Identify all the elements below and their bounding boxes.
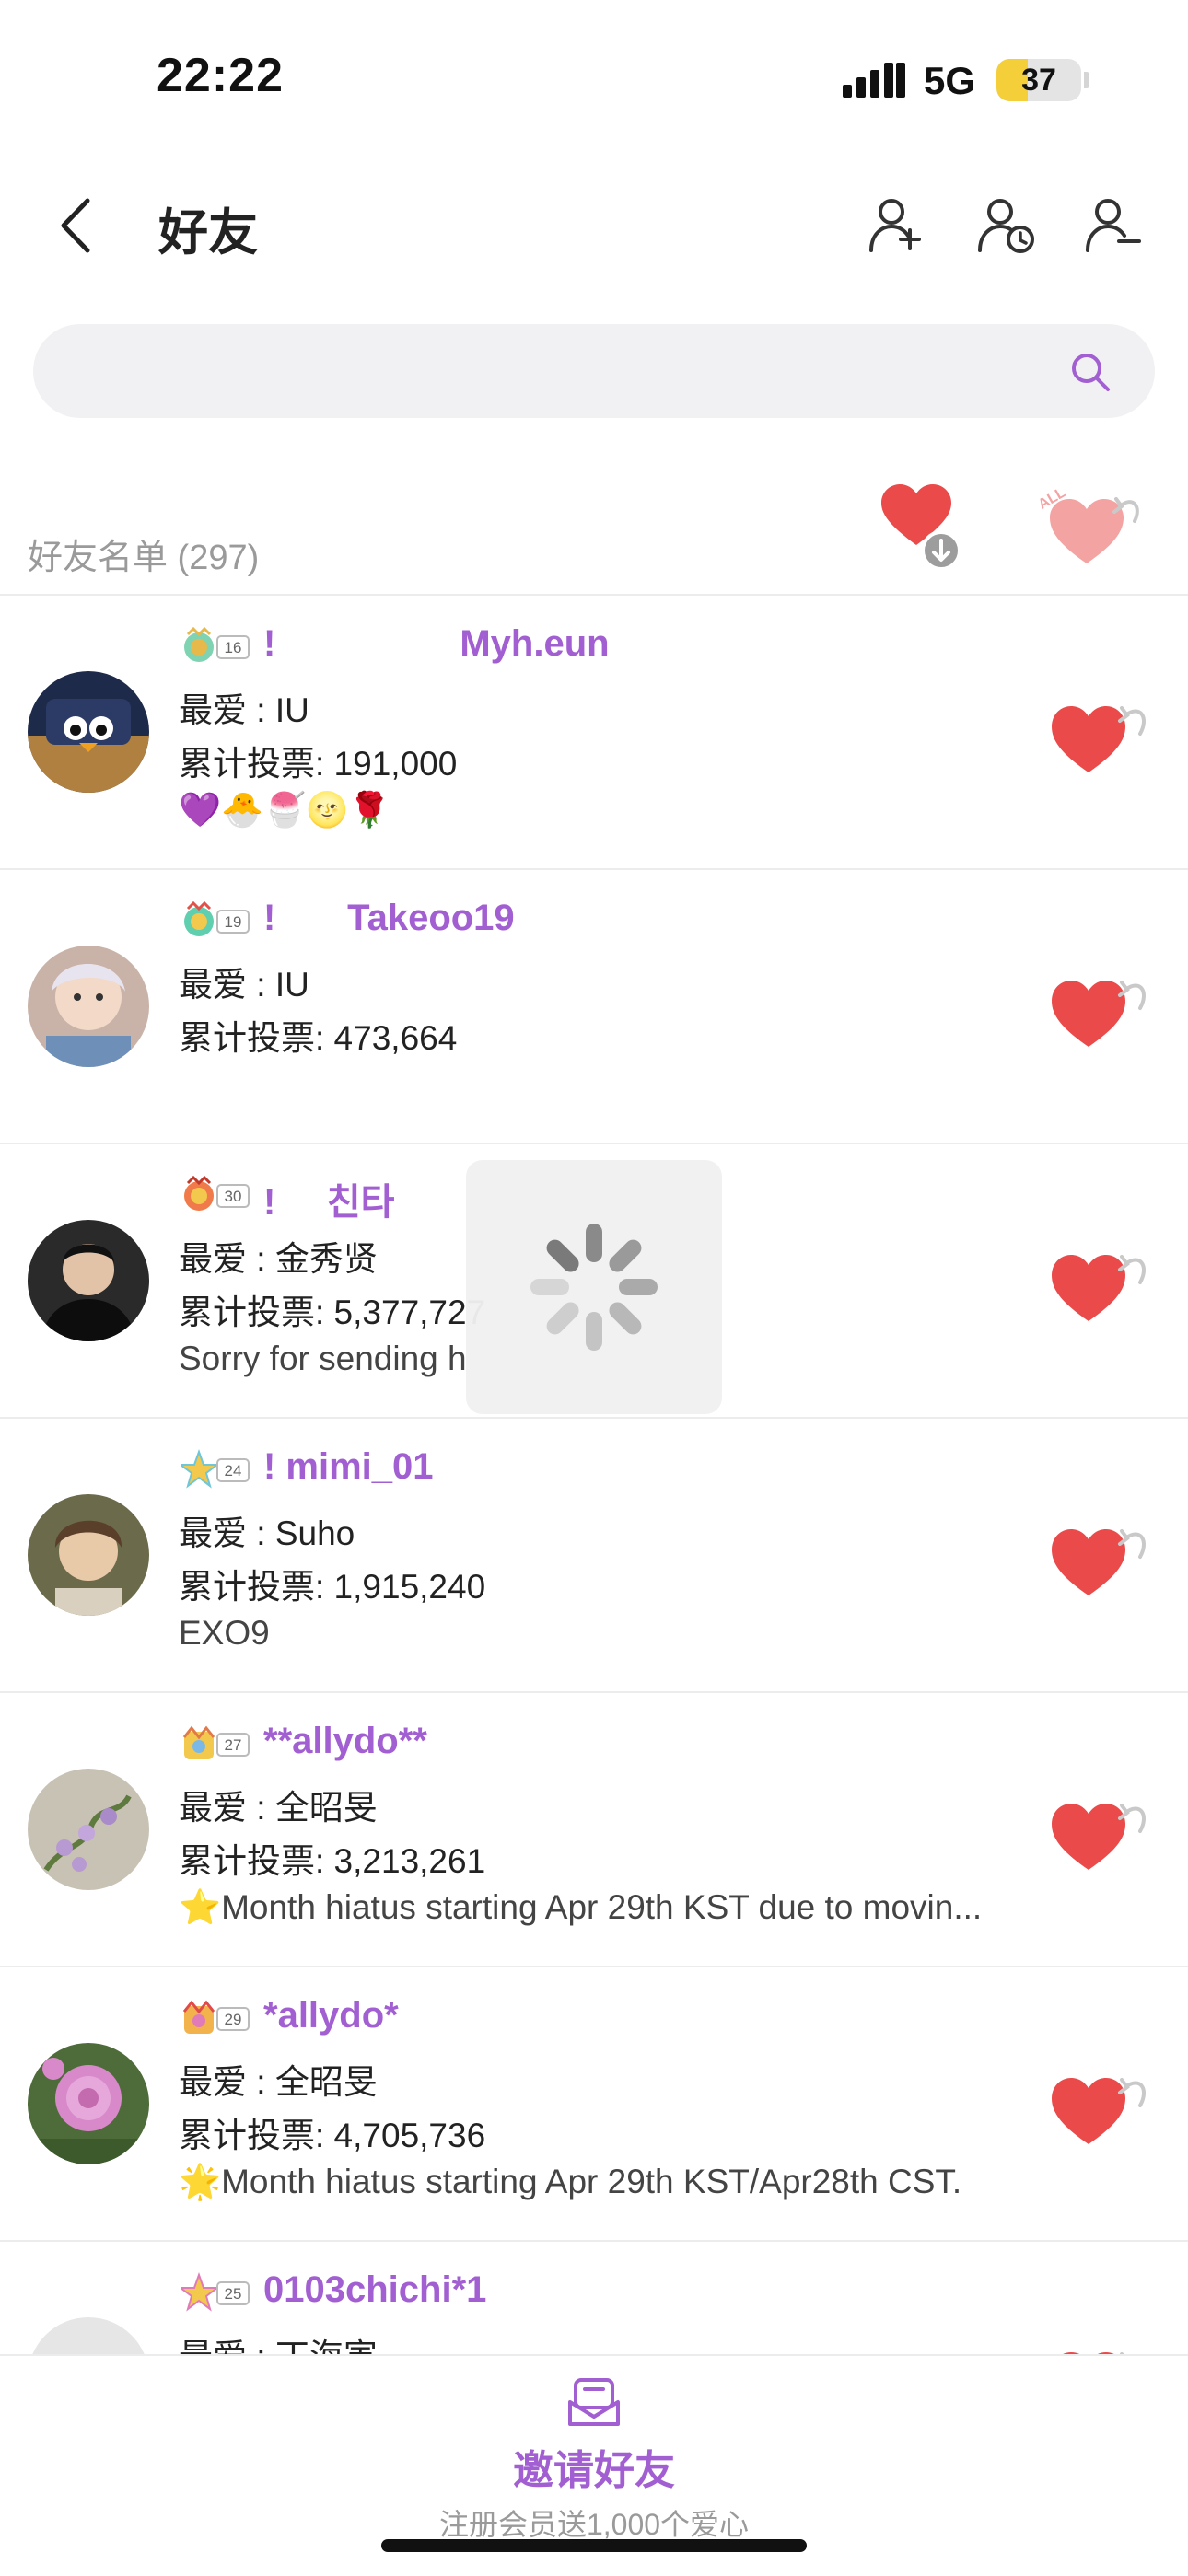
status-bar: 22:22 5G 37 bbox=[0, 0, 1188, 161]
loading-overlay bbox=[466, 1160, 722, 1414]
battery-level: 37 bbox=[1021, 63, 1056, 98]
search-icon[interactable] bbox=[1068, 350, 1112, 394]
friend-name[interactable]: ! mimi_01 bbox=[263, 1446, 434, 1488]
add-friend-icon[interactable] bbox=[866, 193, 930, 258]
friend-name[interactable]: *allydo* bbox=[263, 1995, 399, 2036]
level-number: 30 bbox=[225, 1188, 242, 1205]
favorite-idol: 最爱 : IU bbox=[179, 966, 309, 1004]
level-badge: 30 bbox=[184, 1175, 250, 1211]
friend-name[interactable]: 0103chichi*1 bbox=[263, 2269, 486, 2311]
level-number: 16 bbox=[225, 639, 242, 656]
back-arrow-icon[interactable] bbox=[51, 193, 106, 258]
friend-row[interactable]: 27 **allydo** 最爱 : 全昭旻 累计投票: 3,213,261 ⭐… bbox=[0, 1693, 1188, 1967]
invite-reward-text: 注册会员送1,000个爱心 bbox=[438, 2508, 750, 2541]
level-badge: 25 bbox=[181, 2272, 250, 2312]
send-heart-button[interactable] bbox=[1048, 1244, 1149, 1327]
level-number: 29 bbox=[225, 2011, 242, 2028]
total-votes: 累计投票: 1,915,240 bbox=[179, 1568, 486, 1606]
level-badge: 16 bbox=[184, 626, 250, 662]
send-all-hearts-icon[interactable]: ALL bbox=[1031, 479, 1151, 571]
avatar[interactable] bbox=[28, 946, 149, 1067]
level-badge: 29 bbox=[182, 2000, 250, 2034]
send-heart-button[interactable] bbox=[1048, 1518, 1149, 1601]
friend-row[interactable]: 29 *allydo* 最爱 : 全昭旻 累计投票: 4,705,736 🌟Mo… bbox=[0, 1967, 1188, 2242]
favorite-idol: 最爱 : 金秀贤 bbox=[179, 1240, 378, 1278]
search-bar[interactable] bbox=[33, 324, 1155, 420]
friend-status-message: Sorry for sending h bbox=[179, 1340, 467, 1377]
friend-list-title: 好友名单 (297) bbox=[28, 539, 260, 577]
receive-hearts-icon[interactable] bbox=[879, 479, 972, 571]
friend-status-message: ⭐Month hiatus starting Apr 29th KST due … bbox=[179, 1888, 983, 1926]
friend-row[interactable]: 25 0103chichi*1 最爱 : 丁海寅 bbox=[0, 2242, 1188, 2354]
friend-name[interactable]: ! Myh.eun bbox=[263, 623, 610, 665]
page-title: 好友 bbox=[158, 205, 258, 261]
loading-spinner-icon bbox=[530, 1224, 658, 1351]
invite-letter-icon[interactable] bbox=[566, 2374, 622, 2430]
avatar[interactable] bbox=[28, 2043, 149, 2164]
total-votes: 累计投票: 473,664 bbox=[179, 1019, 458, 1057]
total-votes: 累计投票: 3,213,261 bbox=[179, 1842, 486, 1880]
avatar[interactable] bbox=[28, 2317, 149, 2354]
avatar[interactable] bbox=[28, 1494, 149, 1616]
friend-pending-icon[interactable] bbox=[974, 193, 1039, 258]
friend-status-message: EXO9 bbox=[179, 1614, 270, 1652]
favorite-idol: 最爱 : IU bbox=[179, 691, 309, 729]
remove-friend-icon[interactable] bbox=[1082, 193, 1147, 258]
friend-name[interactable]: ! Takeoo19 bbox=[263, 898, 515, 939]
status-time: 22:22 bbox=[157, 49, 284, 102]
favorite-idol: 最爱 : Suho bbox=[179, 1514, 355, 1552]
total-votes: 累计投票: 4,705,736 bbox=[179, 2117, 486, 2154]
friend-row[interactable]: 24 ! mimi_01 最爱 : Suho 累计投票: 1,915,240 E… bbox=[0, 1419, 1188, 1693]
nav-header: 好友 bbox=[0, 166, 1188, 285]
send-heart-button[interactable] bbox=[1048, 969, 1149, 1052]
battery-cap bbox=[1084, 72, 1089, 88]
friend-row[interactable]: 16 ! Myh.eun 最爱 : IU 累计投票: 191,000 💜🐣🍧🌝🌹 bbox=[0, 596, 1188, 870]
avatar[interactable] bbox=[28, 1769, 149, 1890]
friend-row[interactable]: 19 ! Takeoo19 最爱 : IU 累计投票: 473,664 bbox=[0, 870, 1188, 1144]
favorite-idol: 最爱 : 丁海寅 bbox=[179, 2328, 378, 2354]
level-badge: 24 bbox=[181, 1449, 250, 1489]
friend-name[interactable]: ! 친타 bbox=[263, 1172, 395, 1225]
level-number: 27 bbox=[225, 1736, 242, 1754]
favorite-idol: 最爱 : 全昭旻 bbox=[179, 1789, 378, 1827]
avatar[interactable] bbox=[28, 671, 149, 793]
friend-status-message: 🌟Month hiatus starting Apr 29th KST/Apr2… bbox=[179, 2163, 962, 2200]
total-votes: 累计投票: 191,000 bbox=[179, 745, 458, 783]
send-heart-button[interactable] bbox=[1048, 2341, 1149, 2354]
total-votes: 累计投票: 5,377,727 bbox=[179, 1294, 486, 1331]
cellular-signal-icon bbox=[843, 63, 905, 98]
level-badge: 27 bbox=[182, 1725, 250, 1759]
network-type: 5G bbox=[924, 59, 976, 102]
send-heart-button[interactable] bbox=[1048, 695, 1149, 778]
send-heart-button[interactable] bbox=[1048, 2067, 1149, 2150]
search-input[interactable] bbox=[70, 324, 1068, 420]
send-heart-button[interactable] bbox=[1048, 1793, 1149, 1875]
level-number: 19 bbox=[225, 913, 242, 931]
level-number: 25 bbox=[225, 2285, 242, 2303]
friend-list-header: 好友名单 (297) ALL bbox=[0, 479, 1188, 596]
friend-list: 16 ! Myh.eun 最爱 : IU 累计投票: 191,000 💜🐣🍧🌝🌹 bbox=[0, 596, 1188, 2354]
avatar[interactable] bbox=[28, 1220, 149, 1341]
level-badge: 19 bbox=[184, 900, 250, 936]
friend-status-message: 💜🐣🍧🌝🌹 bbox=[179, 791, 391, 829]
battery-icon: 37 bbox=[996, 59, 1081, 101]
home-indicator[interactable] bbox=[381, 2539, 807, 2552]
favorite-idol: 最爱 : 全昭旻 bbox=[179, 2063, 378, 2101]
friend-name[interactable]: **allydo** bbox=[263, 1721, 427, 1762]
invite-friends-label[interactable]: 邀请好友 bbox=[0, 2437, 1188, 2496]
level-number: 24 bbox=[225, 1462, 242, 1479]
